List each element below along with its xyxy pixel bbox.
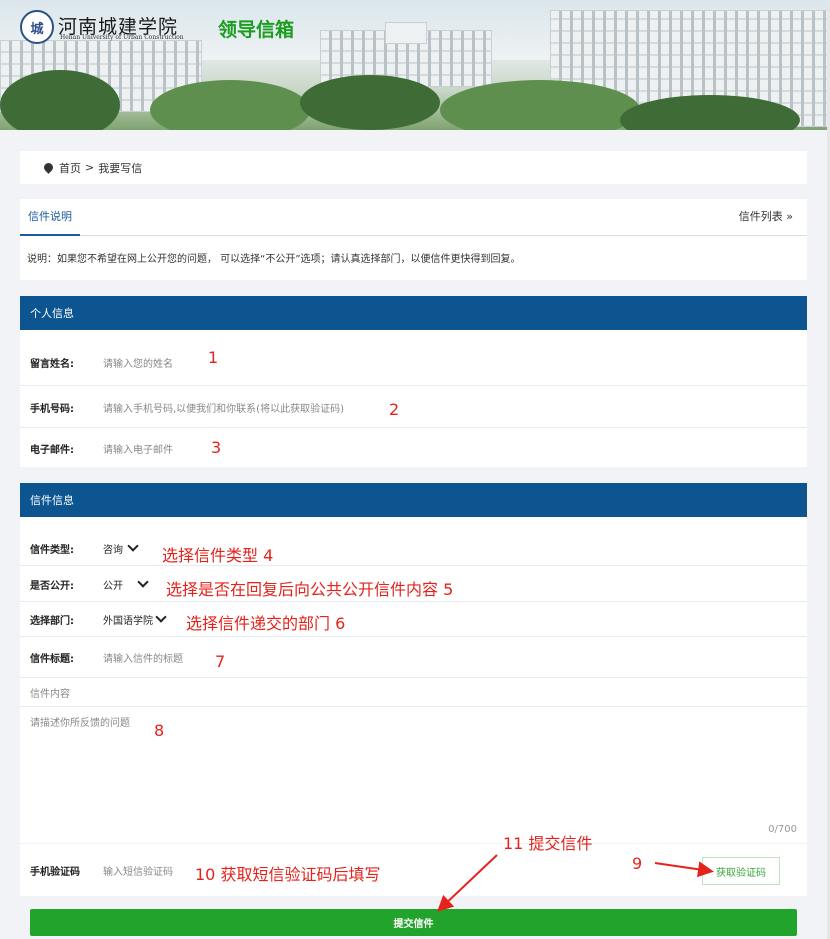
arrow-to-submit (437, 854, 498, 912)
arrow-to-get-code (654, 861, 714, 878)
annotation-arrows (437, 854, 714, 912)
